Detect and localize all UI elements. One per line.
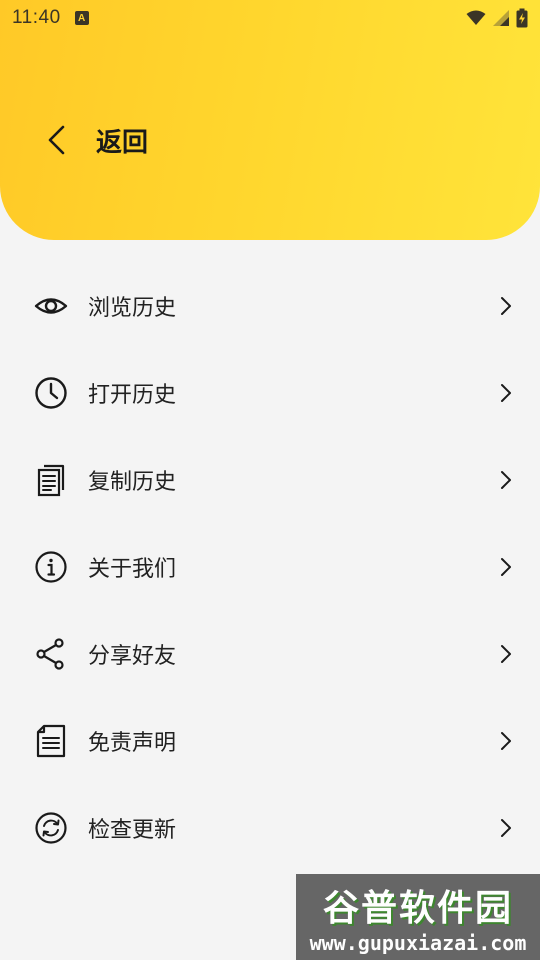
menu-item-label: 打开历史 (88, 382, 177, 408)
chevron-right-icon (498, 383, 514, 403)
wifi-icon (466, 10, 486, 25)
menu-item-copy-history[interactable]: 复制历史 (0, 436, 540, 523)
refresh-icon (34, 811, 68, 845)
chevron-right-icon (498, 470, 514, 490)
menu-item-about-us[interactable]: 关于我们 (0, 523, 540, 610)
info-icon (34, 550, 68, 584)
status-icons (466, 8, 528, 28)
status-time: 11:40 (12, 7, 61, 28)
signal-icon (493, 10, 509, 26)
eye-icon (34, 289, 68, 323)
menu-item-share-friends[interactable]: 分享好友 (0, 610, 540, 697)
menu-item-check-update[interactable]: 检查更新 (0, 784, 540, 871)
clock-icon (34, 376, 68, 410)
menu-item-label: 检查更新 (88, 817, 177, 843)
chevron-left-icon (40, 116, 72, 164)
status-bar: 11:40 A (0, 0, 540, 36)
battery-charging-icon (516, 8, 528, 28)
document-icon (34, 463, 68, 497)
menu-item-label: 浏览历史 (88, 295, 177, 321)
header: 11:40 A 返回 (0, 0, 540, 240)
menu-item-label: 免责声明 (88, 730, 177, 756)
menu-item-label: 关于我们 (88, 556, 177, 582)
watermark-title: 谷普软件园 (322, 888, 513, 929)
chevron-right-icon (498, 818, 514, 838)
chevron-right-icon (498, 557, 514, 577)
watermark: 谷普软件园 www.gupuxiazai.com (296, 874, 540, 960)
watermark-url: www.gupuxiazai.com (309, 931, 527, 955)
share-icon (34, 637, 68, 671)
menu-item-open-history[interactable]: 打开历史 (0, 349, 540, 436)
menu-item-label: 复制历史 (88, 469, 177, 495)
notification-icon: A (74, 11, 89, 25)
menu-item-browse-history[interactable]: 浏览历史 (0, 262, 540, 349)
chevron-right-icon (498, 731, 514, 751)
back-label: 返回 (96, 127, 149, 158)
back-button[interactable]: 返回 (40, 116, 148, 164)
menu-item-label: 分享好友 (88, 643, 177, 669)
chevron-right-icon (498, 644, 514, 664)
settings-menu: 浏览历史 打开历史 复制历史 关于我们 分享好友 免责声明 检查更新 (0, 262, 540, 871)
chevron-right-icon (498, 296, 514, 316)
note-icon (34, 724, 68, 758)
screen: 11:40 A 返回 浏览历史 打开历史 复制历史 关于我们 分享好友 免责声明… (0, 0, 540, 960)
menu-item-disclaimer[interactable]: 免责声明 (0, 697, 540, 784)
